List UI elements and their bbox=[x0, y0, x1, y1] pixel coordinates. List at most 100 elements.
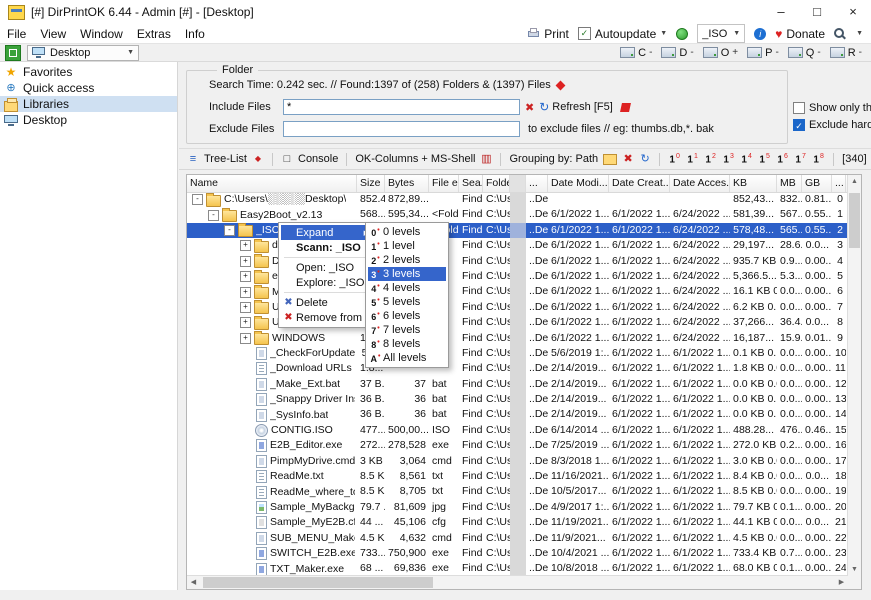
submenu-item-7-levels[interactable]: 7•7 levels bbox=[368, 323, 446, 337]
iso-dropdown[interactable]: _ISO ▼ bbox=[697, 24, 745, 43]
submenu-item-2-levels[interactable]: 2•2 levels bbox=[368, 253, 446, 267]
menu-view[interactable]: View bbox=[33, 27, 73, 41]
submenu-item-1-level[interactable]: 1•1 level bbox=[368, 239, 446, 253]
expand-level-2-button[interactable]: 12 bbox=[704, 153, 717, 165]
tree-expander[interactable]: - bbox=[224, 225, 235, 236]
toolbar-label-tree-list[interactable]: Tree-List bbox=[204, 153, 247, 165]
table-row[interactable]: SUB_MENU_Maker.cmd4.5 KB4,632cmdFind...C… bbox=[187, 531, 848, 546]
toolbar-label-grouping-by-path[interactable]: Grouping by: Path bbox=[509, 153, 598, 165]
toolbar-label-console[interactable]: Console bbox=[298, 153, 338, 165]
drive-P[interactable]: P- bbox=[747, 47, 779, 59]
expand-level-6-button[interactable]: 16 bbox=[776, 153, 789, 165]
console-window-icon[interactable]: □ bbox=[281, 152, 293, 166]
table-row[interactable]: +WINDOWS15.9...Find...C:\Users\..De...6/… bbox=[187, 331, 848, 346]
refresh-button[interactable]: Refresh [F5] bbox=[552, 101, 613, 113]
brush-icon[interactable] bbox=[620, 103, 631, 112]
drive-C[interactable]: C- bbox=[620, 47, 652, 59]
tree-expander[interactable]: + bbox=[240, 256, 251, 267]
x-red-icon[interactable]: ✖ bbox=[622, 152, 634, 166]
context-menu-item-explore-iso[interactable]: Explore: _ISO bbox=[281, 275, 371, 290]
table-row[interactable]: Sample_MyBackground.j...79.7 ...81,609jp… bbox=[187, 500, 848, 515]
vertical-scrollbar[interactable]: ▲ ▼ bbox=[847, 175, 861, 576]
submenu-item-5-levels[interactable]: 5•5 levels bbox=[368, 295, 446, 309]
show-only-folders-checkbox[interactable]: Show only the fo bbox=[793, 102, 871, 114]
print-button[interactable]: Print bbox=[527, 27, 569, 41]
table-row[interactable]: ReadMe.txt8.5 KB8,561txtFind...C:\Users\… bbox=[187, 469, 848, 484]
minimize-button[interactable]: – bbox=[763, 0, 799, 24]
tree-expander[interactable]: + bbox=[240, 333, 251, 344]
table-row[interactable]: TXT_Maker.exe68 ...69,836exeFind...C:\Us… bbox=[187, 561, 848, 576]
table-row[interactable]: CONTIG.ISO477...500,00...ISOFind...C:\Us… bbox=[187, 423, 848, 438]
sidebar-item-favorites[interactable]: ★Favorites bbox=[0, 64, 177, 80]
sidebar-item-desktop[interactable]: Desktop bbox=[0, 112, 177, 128]
tree-expander[interactable]: - bbox=[208, 210, 219, 221]
tree-expander[interactable]: + bbox=[240, 302, 251, 313]
tree-expander[interactable]: + bbox=[240, 287, 251, 298]
column-header-gb[interactable]: GB bbox=[802, 175, 832, 192]
table-row[interactable]: -Easy2Boot_v2.13568...595,34...<Fold...F… bbox=[187, 207, 848, 222]
scroll-down-icon[interactable]: ▼ bbox=[848, 563, 861, 576]
exclude-hardlinks-checkbox[interactable]: ✓ Exclude hardlin bbox=[793, 119, 871, 131]
exclude-files-input[interactable] bbox=[283, 121, 520, 137]
column-header-date-creat[interactable]: Date Creat... bbox=[609, 175, 670, 192]
context-menu-item-remove-from-list[interactable]: ✖Remove from list bbox=[281, 310, 371, 325]
autoupdate-toggle[interactable]: ✓ Autoupdate ▼ bbox=[578, 27, 667, 41]
table-row[interactable]: _Make_Ext.bat37 B...37batFind...C:\Users… bbox=[187, 377, 848, 392]
submenu-item-4-levels[interactable]: 4•4 levels bbox=[368, 281, 446, 295]
menu-info[interactable]: Info bbox=[178, 27, 212, 41]
column-header-col7[interactable]: ... bbox=[526, 175, 548, 192]
expand-level-7-button[interactable]: 17 bbox=[794, 153, 807, 165]
vertical-scroll-thumb[interactable] bbox=[849, 193, 860, 248]
scroll-up-icon[interactable]: ▲ bbox=[848, 175, 861, 188]
refresh-blue-icon[interactable]: ↻ bbox=[639, 152, 651, 166]
table-row[interactable]: Sample_MyE2B.cfg44 ...45,106cfgFind...C:… bbox=[187, 515, 848, 530]
sidebar-item-libraries[interactable]: Libraries bbox=[0, 96, 177, 112]
column-header-folder[interactable]: Folder bbox=[483, 175, 510, 192]
table-row[interactable]: _Download URLs - Short...1.8...Find...C:… bbox=[187, 361, 848, 376]
column-header-file-e[interactable]: File e... bbox=[429, 175, 459, 192]
table-row[interactable]: E2B_Editor.exe272...278,528exeFind...C:\… bbox=[187, 438, 848, 453]
toolbar-label-ok-columns-ms-shell[interactable]: OK-Columns + MS-Shell bbox=[355, 153, 475, 165]
tree-expander[interactable]: - bbox=[192, 194, 203, 205]
horizontal-scroll-thumb[interactable] bbox=[203, 577, 433, 588]
table-row[interactable]: _CheckForUpdate.cmd51...Find...C:\Users\… bbox=[187, 346, 848, 361]
column-header-col14[interactable]: ... bbox=[832, 175, 846, 192]
expand-level-5-button[interactable]: 15 bbox=[758, 153, 771, 165]
submenu-item-6-levels[interactable]: 6•6 levels bbox=[368, 309, 446, 323]
expand-level-0-button[interactable]: 10 bbox=[668, 153, 681, 165]
tree-expander[interactable]: + bbox=[240, 240, 251, 251]
include-files-input[interactable] bbox=[283, 99, 520, 115]
table-row[interactable]: SWITCH_E2B.exe733...750,900exeFind...C:\… bbox=[187, 546, 848, 561]
submenu-item-3-levels[interactable]: 3•3 levels bbox=[368, 267, 446, 281]
table-row[interactable]: _SysInfo.bat36 B...36batFind...C:\Users\… bbox=[187, 407, 848, 422]
expand-level-3-button[interactable]: 13 bbox=[722, 153, 735, 165]
table-row[interactable]: -C:\Users\░░░░░Desktop\852.43 M...872,89… bbox=[187, 192, 848, 207]
context-menu-item-delete[interactable]: ✖Delete bbox=[281, 295, 371, 310]
column-header-mb[interactable]: MB bbox=[777, 175, 802, 192]
app-grid-icon[interactable] bbox=[5, 45, 21, 61]
tree-expander[interactable]: + bbox=[240, 271, 251, 282]
drive-R[interactable]: R- bbox=[830, 47, 862, 59]
info-icon[interactable]: i bbox=[754, 28, 766, 40]
table-row[interactable]: ReadMe_where_to_put_fi...8.5 KB8,705txtF… bbox=[187, 484, 848, 499]
context-menu-item-expand[interactable]: Expand▶ bbox=[281, 225, 371, 240]
expand-level-1-button[interactable]: 11 bbox=[686, 153, 699, 165]
maximize-button[interactable]: □ bbox=[799, 0, 835, 24]
search-icon[interactable] bbox=[834, 27, 847, 40]
menu-window[interactable]: Window bbox=[73, 27, 130, 41]
column-header-date-acces[interactable]: Date Acces... bbox=[670, 175, 730, 192]
close-button[interactable]: × bbox=[835, 0, 871, 24]
submenu-item-0-levels[interactable]: 0•0 levels bbox=[368, 225, 446, 239]
column-header-date-modi[interactable]: Date Modi... bbox=[548, 175, 609, 192]
clear-filter-icon[interactable]: ✖ bbox=[525, 101, 534, 114]
column-header-col6[interactable] bbox=[510, 175, 526, 192]
menu-extras[interactable]: Extras bbox=[130, 27, 178, 41]
folder-small-icon[interactable] bbox=[603, 154, 617, 165]
location-dropdown[interactable]: Desktop ▼ bbox=[27, 45, 139, 61]
columns-red-icon[interactable]: ▥ bbox=[480, 152, 492, 166]
column-header-name[interactable]: Name bbox=[187, 175, 357, 192]
tree-list-icon[interactable]: ≡ bbox=[187, 152, 199, 166]
menu-file[interactable]: File bbox=[0, 27, 33, 41]
submenu-item-all-levels[interactable]: A•All levels bbox=[368, 351, 446, 365]
scroll-left-icon[interactable]: ◀ bbox=[187, 576, 200, 589]
